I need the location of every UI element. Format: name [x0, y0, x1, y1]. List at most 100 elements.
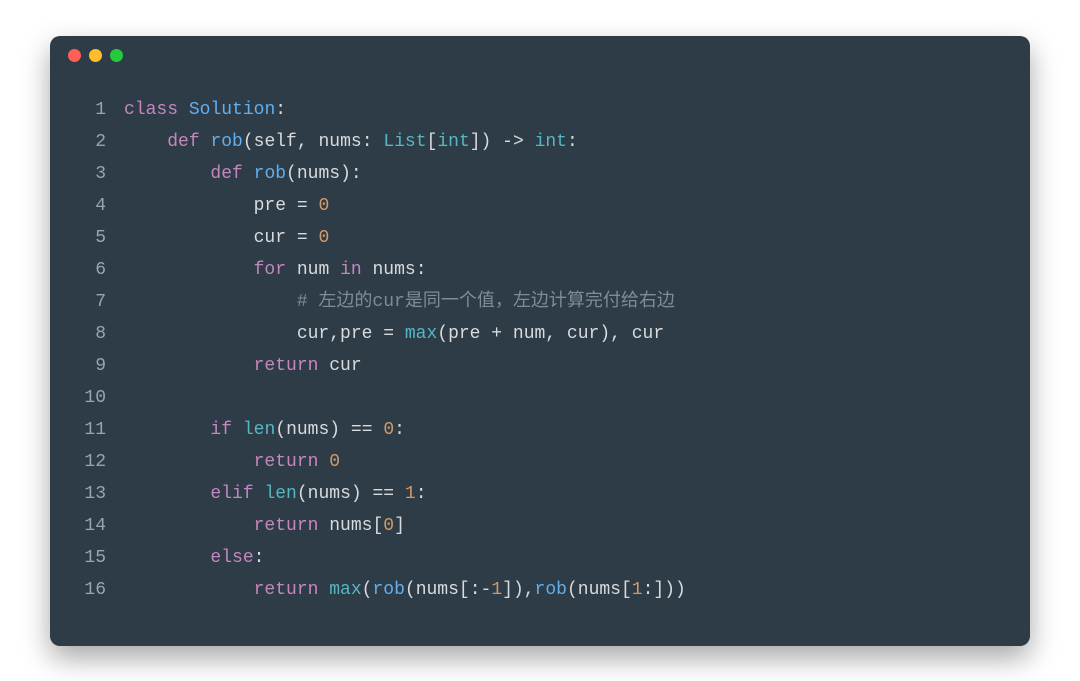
token-num: 1: [632, 580, 643, 600]
code-line[interactable]: 15 else:: [50, 542, 1030, 574]
token-punct: :: [254, 548, 265, 568]
code-line[interactable]: 1class Solution:: [50, 94, 1030, 126]
code-line[interactable]: 13 elif len(nums) == 1:: [50, 478, 1030, 510]
code-line[interactable]: 8 cur,pre = max(pre + num, cur), cur: [50, 318, 1030, 350]
token-punct: ]) ->: [470, 132, 535, 152]
token-punct: ]),: [502, 580, 534, 600]
titlebar: [50, 36, 1030, 76]
token-kw: return: [254, 516, 319, 536]
token-param: nums: [318, 132, 361, 152]
line-number: 7: [50, 286, 124, 318]
code-content: else:: [124, 542, 1030, 574]
code-line[interactable]: 16 return max(rob(nums[:-1]),rob(nums[1:…: [50, 574, 1030, 606]
token-num: 1: [405, 484, 416, 504]
token-punct: :: [275, 100, 286, 120]
token-param: nums: [297, 164, 340, 184]
token-builtin: max: [405, 324, 437, 344]
token-builtin: List: [383, 132, 426, 152]
token-num: 0: [318, 196, 329, 216]
token-param: num: [297, 260, 329, 280]
code-line[interactable]: 9 return cur: [50, 350, 1030, 382]
code-line[interactable]: 7 # 左边的cur是同一个值，左边计算完付给右边: [50, 286, 1030, 318]
token-punct: (: [286, 164, 297, 184]
code-content: if len(nums) == 0:: [124, 414, 1030, 446]
code-line[interactable]: 5 cur = 0: [50, 222, 1030, 254]
line-number: 3: [50, 158, 124, 190]
token-kw: for: [254, 260, 286, 280]
token-punct: (: [243, 132, 254, 152]
token-punct: [: [621, 580, 632, 600]
token-fn: rob: [372, 580, 404, 600]
token-param: cur: [254, 228, 286, 248]
line-number: 10: [50, 382, 124, 414]
token-op: ==: [351, 420, 373, 440]
token-op: =: [372, 324, 404, 344]
code-content: # 左边的cur是同一个值，左边计算完付给右边: [124, 286, 1030, 318]
token-kw: elif: [210, 484, 253, 504]
code-editor[interactable]: 1class Solution:2 def rob(self, nums: Li…: [50, 76, 1030, 646]
line-number: 2: [50, 126, 124, 158]
token-param: self: [254, 132, 297, 152]
code-window: 1class Solution:2 def rob(self, nums: Li…: [50, 36, 1030, 646]
token-param: cur: [297, 324, 329, 344]
close-icon[interactable]: [68, 49, 81, 62]
token-num: 0: [383, 516, 394, 536]
token-punct: (: [437, 324, 448, 344]
code-line[interactable]: 10: [50, 382, 1030, 414]
token-param: cur: [632, 324, 664, 344]
code-content: return cur: [124, 350, 1030, 382]
token-param: pre: [448, 324, 480, 344]
code-line[interactable]: 12 return 0: [50, 446, 1030, 478]
line-number: 15: [50, 542, 124, 574]
token-punct: ):: [340, 164, 362, 184]
code-line[interactable]: 11 if len(nums) == 0:: [50, 414, 1030, 446]
token-param: cur: [567, 324, 599, 344]
token-typekw: int: [535, 132, 567, 152]
code-line[interactable]: 2 def rob(self, nums: List[int]) -> int:: [50, 126, 1030, 158]
line-number: 1: [50, 94, 124, 126]
token-kw: return: [254, 580, 319, 600]
token-punct: (: [275, 420, 286, 440]
line-number: 11: [50, 414, 124, 446]
code-content: return 0: [124, 446, 1030, 478]
token-param: nums: [416, 580, 459, 600]
token-builtin: max: [329, 580, 361, 600]
token-kw: return: [254, 452, 319, 472]
token-param: pre: [340, 324, 372, 344]
token-param: num: [513, 324, 545, 344]
code-line[interactable]: 6 for num in nums:: [50, 254, 1030, 286]
token-fn: rob: [210, 132, 242, 152]
line-number: 5: [50, 222, 124, 254]
token-punct: :: [416, 484, 427, 504]
token-kw: in: [340, 260, 362, 280]
code-content: cur = 0: [124, 222, 1030, 254]
zoom-icon[interactable]: [110, 49, 123, 62]
token-num: 0: [329, 452, 340, 472]
token-punct: ,: [297, 132, 319, 152]
token-punct: ,: [545, 324, 567, 344]
code-content: elif len(nums) == 1:: [124, 478, 1030, 510]
token-punct: :: [362, 132, 384, 152]
token-punct: :: [416, 260, 427, 280]
line-number: 12: [50, 446, 124, 478]
token-builtin: len: [243, 420, 275, 440]
code-line[interactable]: 14 return nums[0]: [50, 510, 1030, 542]
token-op: =: [286, 228, 318, 248]
line-number: 9: [50, 350, 124, 382]
code-content: class Solution:: [124, 94, 1030, 126]
minimize-icon[interactable]: [89, 49, 102, 62]
token-punct: :: [567, 132, 578, 152]
code-content: cur,pre = max(pre + num, cur), cur: [124, 318, 1030, 350]
token-fn: Solution: [189, 100, 275, 120]
token-param: pre: [254, 196, 286, 216]
token-param: nums: [372, 260, 415, 280]
code-line[interactable]: 3 def rob(nums):: [50, 158, 1030, 190]
code-content: pre = 0: [124, 190, 1030, 222]
token-num: 1: [491, 580, 502, 600]
token-punct: ): [329, 420, 351, 440]
token-punct: (: [362, 580, 373, 600]
token-op: +: [480, 324, 512, 344]
code-line[interactable]: 4 pre = 0: [50, 190, 1030, 222]
token-op: =: [286, 196, 318, 216]
token-punct: (: [567, 580, 578, 600]
